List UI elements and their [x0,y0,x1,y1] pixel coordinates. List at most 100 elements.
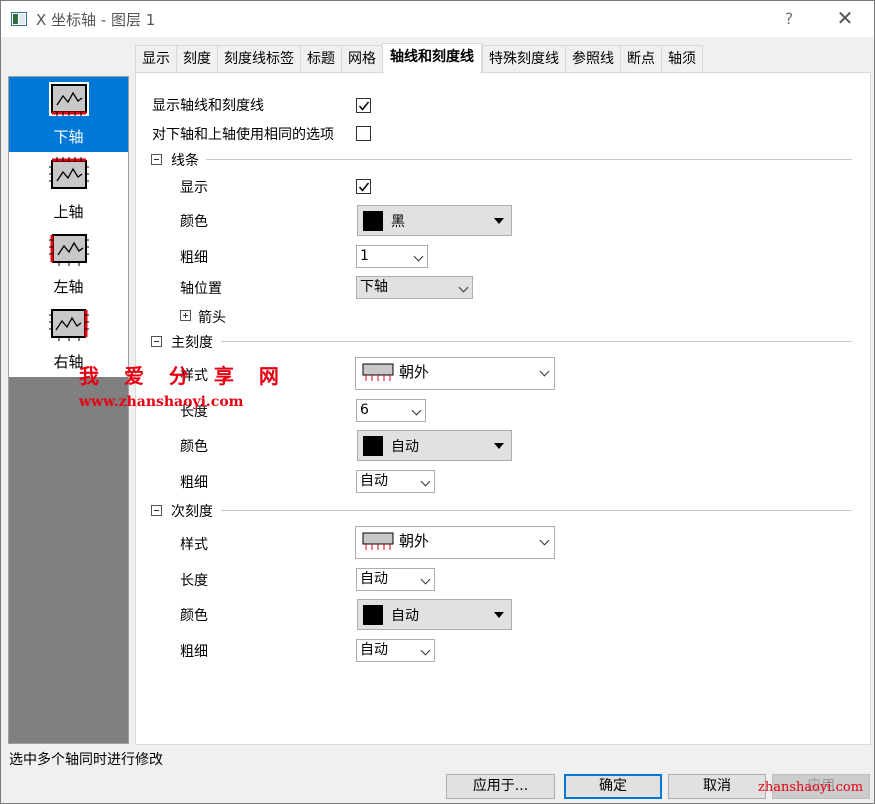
color-swatch [363,211,383,231]
major-length-select[interactable]: 6 [356,399,426,422]
tab-reference-lines[interactable]: 参照线 [565,45,620,74]
major-section-title: 主刻度 [171,335,213,351]
line-color-picker[interactable]: 黑 [357,205,512,236]
minor-style-value: 朝外 [399,532,430,550]
cancel-button[interactable]: 取消 [668,774,766,799]
title-bar: X 坐标轴 - 图层 1 ? ✕ [1,1,874,37]
axis-position-label: 轴位置 [180,281,222,297]
tab-grids[interactable]: 网格 [341,45,382,74]
tab-scale[interactable]: 刻度 [176,45,217,74]
collapse-line-section-icon[interactable] [151,154,162,165]
checkmark-icon [358,182,370,192]
axis-item-label: 下轴 [53,128,84,146]
collapse-major-section-icon[interactable] [151,336,162,347]
axis-item-label: 上轴 [53,203,84,221]
show-axis-ticks-checkbox[interactable] [356,98,371,113]
major-thickness-value: 自动 [360,473,388,489]
show-axis-ticks-label: 显示轴线和刻度线 [152,98,264,114]
minor-section-title: 次刻度 [171,504,213,520]
chevron-down-icon [458,282,469,293]
axis-dialog: X 坐标轴 - 图层 1 ? ✕ 显示 刻度 刻度线标签 标题 网格 轴线和刻度… [0,0,875,804]
minor-style-select[interactable]: 朝外 [355,526,555,559]
settings-panel: 显示轴线和刻度线 对下轴和上轴使用相同的选项 线条 显示 颜色 黑 粗细 1 轴… [135,72,871,745]
close-button[interactable]: ✕ [829,5,861,33]
line-thickness-select[interactable]: 1 [356,245,428,268]
axis-item-label: 左轴 [53,278,84,296]
status-hint: 选中多个轴同时进行修改 [9,752,163,768]
minor-color-picker[interactable]: 自动 [357,599,512,630]
minor-color-value: 自动 [391,608,419,624]
top-axis-icon [49,157,89,189]
line-color-label: 颜色 [180,214,208,230]
major-thickness-select[interactable]: 自动 [356,470,435,493]
chevron-down-icon [420,476,431,487]
ticks-out-icon [362,363,394,381]
ticks-out-icon [362,532,394,550]
chevron-down-icon [420,645,431,656]
major-style-select[interactable]: 朝外 [355,357,555,390]
line-show-label: 显示 [180,180,208,196]
major-style-value: 朝外 [399,363,430,381]
minor-length-value: 自动 [360,571,388,587]
dropdown-arrow-icon [494,612,504,618]
chevron-down-icon [539,366,550,377]
minor-style-label: 样式 [180,537,208,553]
minor-length-select[interactable]: 自动 [356,568,435,591]
right-axis-icon [49,309,89,341]
axis-item-left[interactable]: 左轴 [9,227,128,302]
line-thickness-value: 1 [360,248,369,264]
window-title: X 坐标轴 - 图层 1 [36,11,156,29]
tab-title[interactable]: 标题 [300,45,341,74]
left-axis-icon [49,234,89,266]
arrow-section-title: 箭头 [198,310,226,326]
dropdown-arrow-icon [494,443,504,449]
expand-arrow-section-icon[interactable] [180,310,191,321]
axis-position-value: 下轴 [360,279,388,295]
section-divider [221,510,852,511]
minor-thickness-value: 自动 [360,642,388,658]
tab-display[interactable]: 显示 [135,45,176,74]
tab-breaks[interactable]: 断点 [620,45,661,74]
line-thickness-label: 粗细 [180,250,208,266]
major-color-picker[interactable]: 自动 [357,430,512,461]
axis-list-panel: 下轴 上轴 左轴 右轴 [8,76,129,744]
minor-length-label: 长度 [180,573,208,589]
collapse-minor-section-icon[interactable] [151,505,162,516]
axis-item-top[interactable]: 上轴 [9,152,128,227]
ok-button[interactable]: 确定 [564,774,662,799]
watermark-title: 我 爱 分 享 网 [79,364,288,388]
tab-special-ticks[interactable]: 特殊刻度线 [482,45,565,74]
watermark-url: www.zhanshaoyi.com [79,394,244,410]
major-color-value: 自动 [391,439,419,455]
minor-thickness-select[interactable]: 自动 [356,639,435,662]
tab-tick-labels[interactable]: 刻度线标签 [217,45,300,74]
help-button[interactable]: ? [776,5,802,33]
axis-item-bottom[interactable]: 下轴 [9,77,128,152]
color-swatch [363,436,383,456]
watermark-corner: zhanshaoyi.com [758,780,864,795]
section-divider [206,159,852,160]
axis-list: 下轴 上轴 左轴 右轴 [9,77,128,377]
axis-position-select[interactable]: 下轴 [356,276,473,299]
same-options-label: 对下轴和上轴使用相同的选项 [152,127,334,143]
chevron-down-icon [411,405,422,416]
tab-rug[interactable]: 轴须 [661,45,703,74]
major-length-value: 6 [360,402,369,418]
bottom-axis-icon [49,82,89,116]
same-options-checkbox[interactable] [356,126,371,141]
checkmark-icon [358,101,370,111]
section-divider [221,341,852,342]
tab-bar: 显示 刻度 刻度线标签 标题 网格 轴线和刻度线 特殊刻度线 参照线 断点 轴须 [135,43,703,74]
dropdown-arrow-icon [494,218,504,224]
major-color-label: 颜色 [180,439,208,455]
minor-thickness-label: 粗细 [180,644,208,660]
chevron-down-icon [413,251,424,262]
apply-to-button[interactable]: 应用于... [446,774,555,799]
app-icon [11,12,27,26]
chevron-down-icon [539,535,550,546]
line-color-value: 黑 [391,214,405,230]
color-swatch [363,605,383,625]
line-show-checkbox[interactable] [356,179,371,194]
tab-line-and-ticks[interactable]: 轴线和刻度线 [382,43,482,74]
major-thickness-label: 粗细 [180,475,208,491]
